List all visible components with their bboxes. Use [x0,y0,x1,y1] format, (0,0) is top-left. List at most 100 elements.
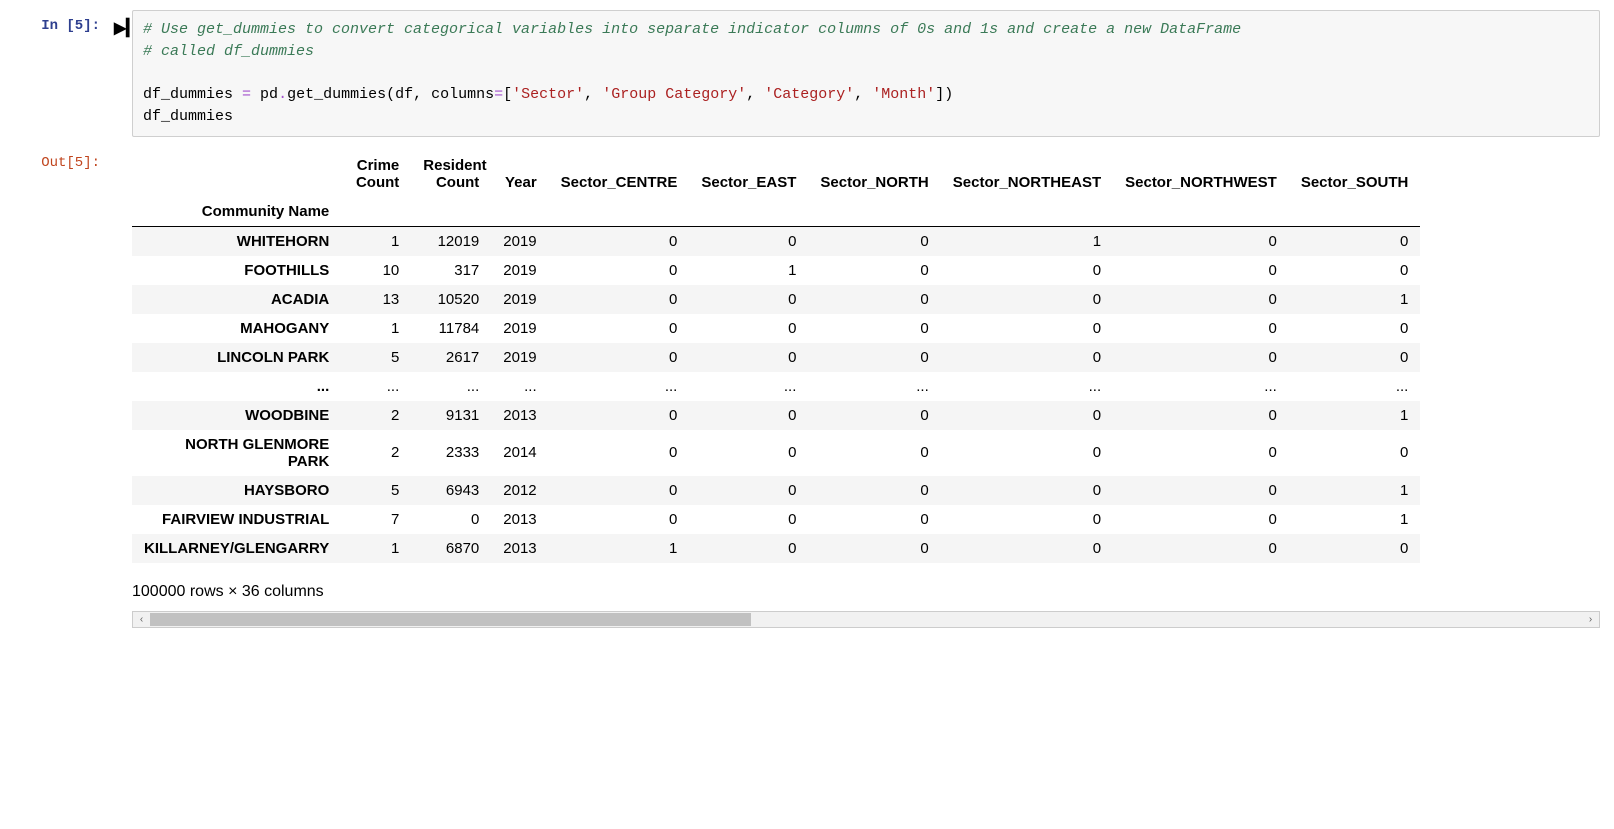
table-cell: 1 [341,534,411,563]
table-cell: 0 [1113,314,1289,343]
table-cell: ... [549,372,690,401]
col-sector-centre: Sector_CENTRE [549,151,690,197]
in-prompt-label: In [5]: [41,18,100,34]
code-mod: pd [251,86,278,103]
row-index: FOOTHILLS [132,256,341,285]
code-s1: 'Sector' [512,86,584,103]
col-sector-south: Sector_SOUTH [1289,151,1421,197]
table-cell: 2019 [491,226,548,256]
table-cell: 0 [549,226,690,256]
scroll-track[interactable] [150,612,1582,627]
table-cell: 1 [549,534,690,563]
table-cell: ... [1289,372,1421,401]
row-index: FAIRVIEW INDUSTRIAL [132,505,341,534]
table-row: FAIRVIEW INDUSTRIAL702013000001 [132,505,1420,534]
spacer [110,147,132,628]
row-index: HAYSBORO [132,476,341,505]
table-cell: 0 [1289,314,1421,343]
col-year: Year [491,151,548,197]
table-cell: 0 [941,476,1113,505]
table-cell: ... [491,372,548,401]
table-cell: 0 [1113,430,1289,476]
table-cell: 10520 [411,285,491,314]
code-s2: 'Group Category' [602,86,746,103]
table-cell: 10 [341,256,411,285]
scroll-left-arrow-icon[interactable]: ‹ [133,611,150,628]
table-cell: 0 [689,534,808,563]
code-br: [ [503,86,512,103]
code-comment-2: # called df_dummies [143,43,314,60]
scroll-thumb[interactable] [150,613,751,626]
dataframe-body: WHITEHORN1120192019000100FOOTHILLS103172… [132,226,1420,563]
table-cell: 9131 [411,401,491,430]
input-cell-row: In [5]: ▶▎ # Use get_dummies to convert … [0,10,1614,137]
output-area: Crime Count Resident Count Year Sector_C… [132,147,1600,628]
table-cell: 1 [689,256,808,285]
index-name: Community Name [132,197,341,227]
row-index: KILLARNEY/GLENGARRY [132,534,341,563]
table-cell: 12019 [411,226,491,256]
table-cell: 0 [411,505,491,534]
table-cell: 5 [341,343,411,372]
code-comment-1: # Use get_dummies to convert categorical… [143,21,1241,38]
row-index: WOODBINE [132,401,341,430]
code-s4: 'Month' [872,86,935,103]
table-cell: 0 [941,314,1113,343]
table-row: .............................. [132,372,1420,401]
table-cell: 1 [341,314,411,343]
table-cell: 2019 [491,314,548,343]
table-cell: 0 [1289,226,1421,256]
row-index: LINCOLN PARK [132,343,341,372]
table-cell: 2012 [491,476,548,505]
table-cell: 0 [1113,534,1289,563]
table-cell: 2013 [491,505,548,534]
table-cell: 2617 [411,343,491,372]
code-eq2: = [494,86,503,103]
table-cell: 0 [1113,476,1289,505]
table-cell: 0 [689,226,808,256]
output-prompt: Out[5]: [0,147,110,628]
dataframe-header: Crime Count Resident Count Year Sector_C… [132,151,1420,227]
table-cell: 0 [1113,226,1289,256]
table-cell: 2014 [491,430,548,476]
table-cell: 2019 [491,256,548,285]
code-c2: , [746,86,764,103]
table-cell: ... [341,372,411,401]
table-cell: 0 [808,343,940,372]
table-cell: 0 [808,256,940,285]
table-cell: 1 [1289,476,1421,505]
code-brc: ]) [935,86,953,103]
table-cell: 11784 [411,314,491,343]
table-cell: 0 [808,401,940,430]
table-cell: 0 [689,285,808,314]
table-row: WHITEHORN1120192019000100 [132,226,1420,256]
table-cell: 0 [689,314,808,343]
table-cell: 2019 [491,285,548,314]
code-c3: , [854,86,872,103]
table-cell: 0 [1113,343,1289,372]
table-cell: 7 [341,505,411,534]
table-cell: 0 [941,256,1113,285]
table-cell: 2013 [491,401,548,430]
table-cell: 0 [1113,256,1289,285]
code-input[interactable]: # Use get_dummies to convert categorical… [132,10,1600,137]
table-row: KILLARNEY/GLENGARRY168702013100000 [132,534,1420,563]
col-sector-north: Sector_NORTH [808,151,940,197]
run-cell-icon[interactable]: ▶▎ [110,10,132,137]
table-cell: 0 [1113,505,1289,534]
code-fn: get_dummies(df, columns [287,86,494,103]
output-cell-row: Out[5]: Crime Count Resident Count Year … [0,147,1614,628]
table-cell: 6870 [411,534,491,563]
table-row: ACADIA13105202019000001 [132,285,1420,314]
table-cell: 0 [808,314,940,343]
table-cell: 0 [689,505,808,534]
output-scroll-region[interactable]: Crime Count Resident Count Year Sector_C… [132,147,1600,611]
scroll-right-arrow-icon[interactable]: › [1582,611,1599,628]
table-cell: 0 [808,476,940,505]
table-cell: 0 [689,476,808,505]
out-prompt-label: Out[5]: [41,155,100,171]
horizontal-scrollbar[interactable]: ‹ › [132,611,1600,628]
table-cell: 0 [689,430,808,476]
table-cell: 1 [341,226,411,256]
table-cell: 0 [1113,285,1289,314]
